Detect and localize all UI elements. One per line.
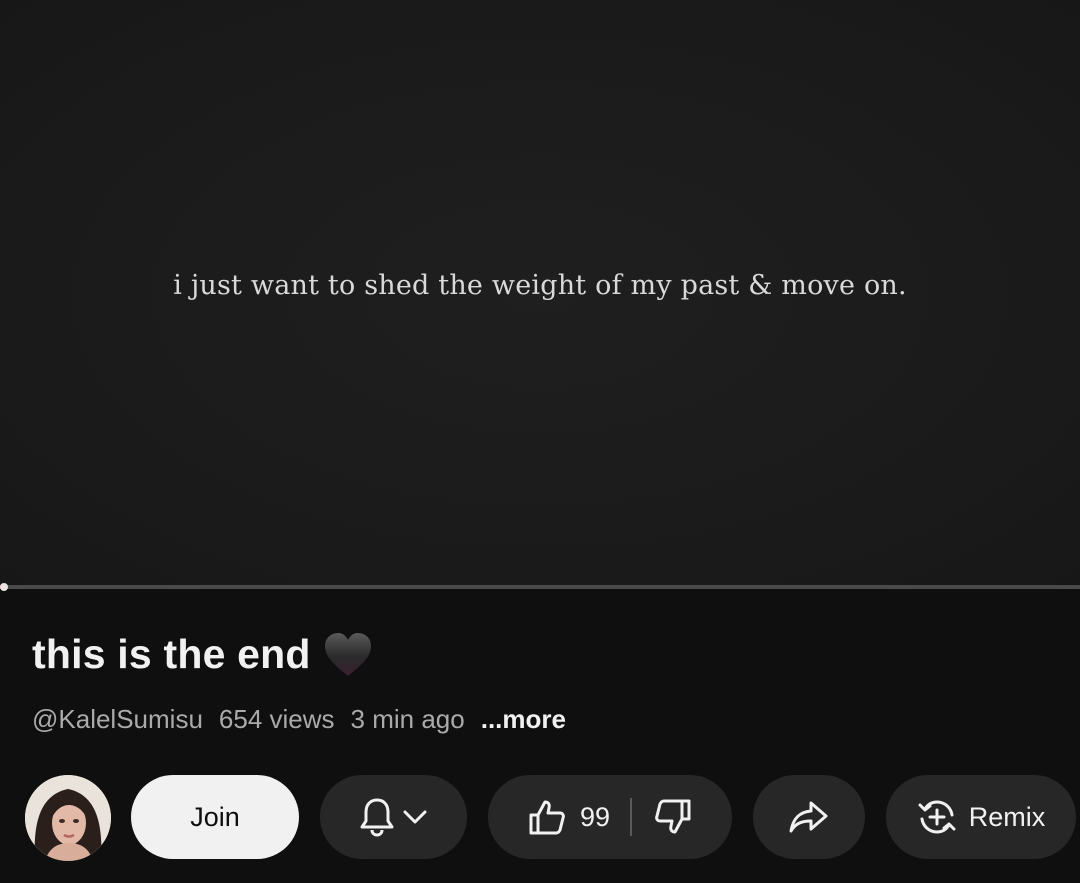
video-player[interactable]: i just want to shed the weight of my pas… bbox=[0, 0, 1080, 588]
title-row[interactable]: this is the end bbox=[32, 631, 373, 678]
video-meta-row[interactable]: @KalelSumisu 654 views 3 min ago ...more bbox=[32, 704, 566, 735]
like-dislike-group: 99 bbox=[488, 775, 732, 859]
chevron-down-icon bbox=[402, 809, 428, 825]
video-info-panel: this is the end @KalelSumisu 654 views 3… bbox=[0, 591, 1080, 883]
channel-avatar[interactable] bbox=[25, 775, 111, 861]
remix-button[interactable]: Remix bbox=[886, 775, 1076, 859]
remix-label: Remix bbox=[968, 801, 1046, 832]
join-button[interactable]: Join bbox=[131, 775, 299, 859]
black-heart-icon bbox=[323, 632, 373, 678]
remix-icon bbox=[917, 797, 957, 837]
share-button[interactable] bbox=[753, 775, 865, 859]
progress-bar[interactable] bbox=[0, 585, 1080, 589]
upload-time: 3 min ago bbox=[350, 704, 465, 734]
channel-handle[interactable]: @KalelSumisu bbox=[32, 704, 203, 735]
like-divider bbox=[630, 798, 633, 836]
more-button[interactable]: ...more bbox=[481, 704, 566, 735]
notifications-button[interactable] bbox=[320, 775, 467, 859]
view-count: 654 views bbox=[218, 704, 335, 734]
action-bar: Join 99 Remix bbox=[0, 775, 1080, 861]
share-icon bbox=[789, 800, 829, 834]
video-caption: i just want to shed the weight of my pas… bbox=[173, 270, 907, 301]
like-count: 99 bbox=[579, 801, 611, 832]
thumbs-up-icon[interactable] bbox=[528, 798, 566, 836]
progress-scrubber[interactable] bbox=[0, 583, 8, 591]
bell-icon bbox=[360, 797, 394, 837]
video-title[interactable]: this is the end bbox=[32, 631, 311, 678]
thumbs-down-icon[interactable] bbox=[654, 798, 692, 836]
